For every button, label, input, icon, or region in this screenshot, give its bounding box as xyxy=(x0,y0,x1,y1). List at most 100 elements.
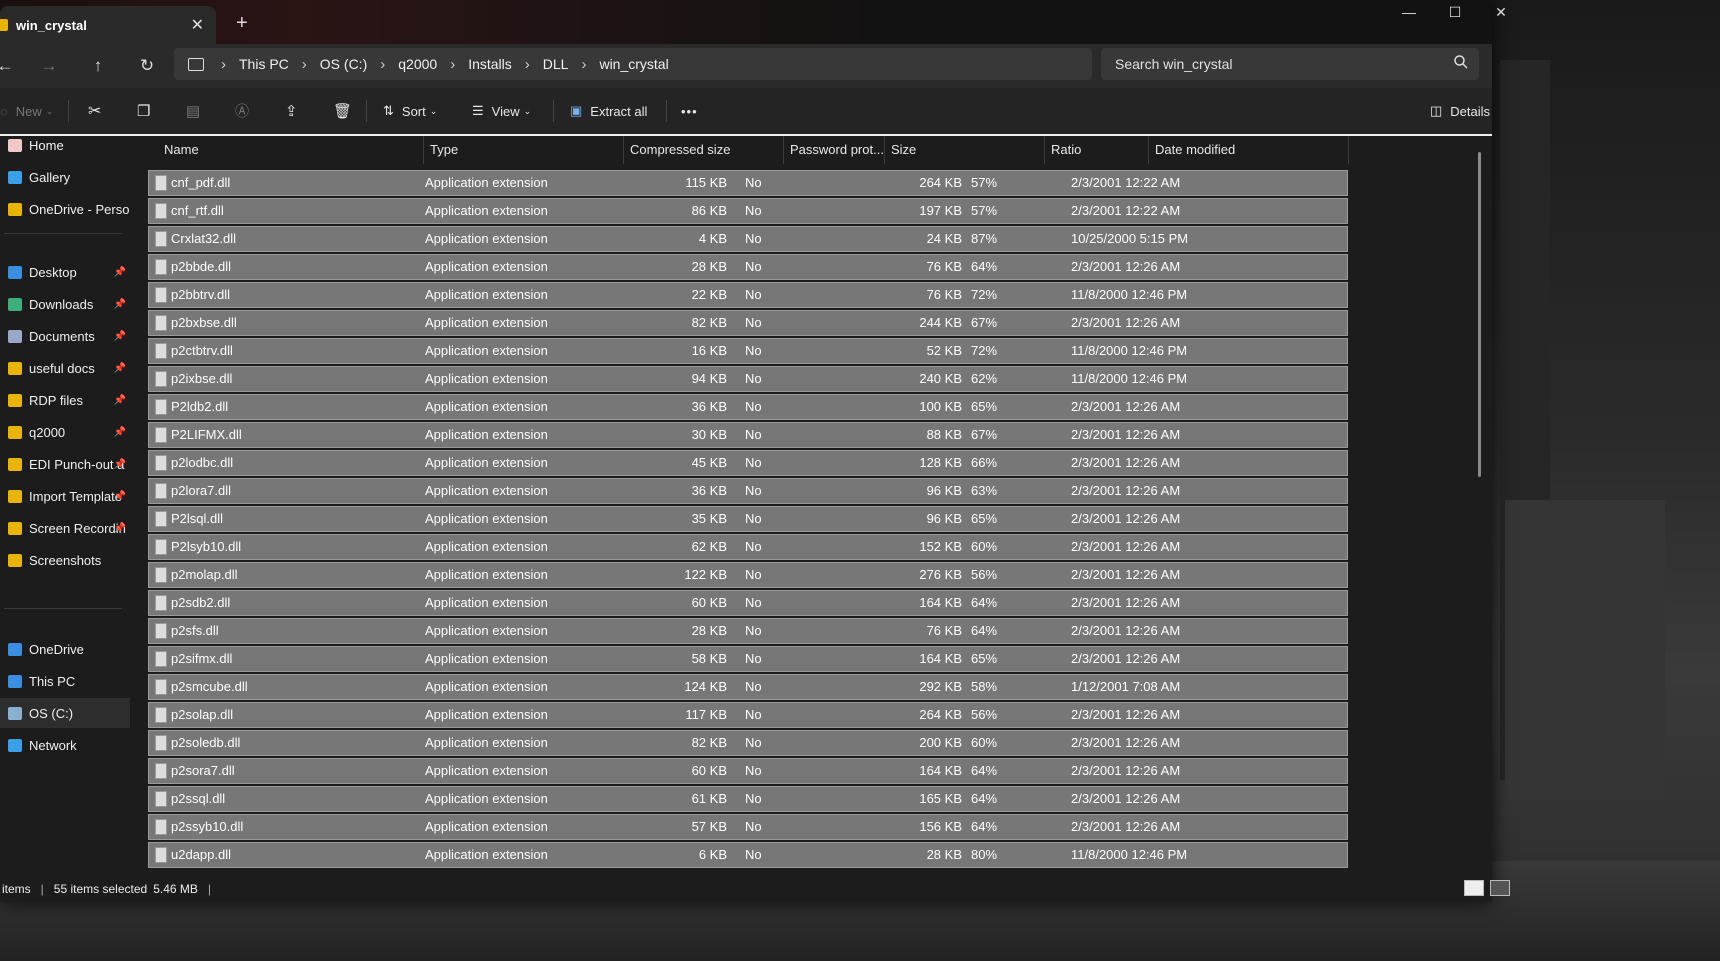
sidebar-item[interactable]: Documents 📌 xyxy=(0,321,130,351)
up-arrow-icon[interactable]: ↑ xyxy=(85,54,111,78)
breadcrumb-item[interactable]: DLL xyxy=(543,56,569,72)
tab-close-icon[interactable]: ✕ xyxy=(191,15,204,35)
vertical-scrollbar[interactable] xyxy=(1478,152,1481,477)
status-divider: | xyxy=(207,882,212,896)
cell-ratio: 64% xyxy=(971,623,998,638)
rename-icon[interactable]: Ⓐ xyxy=(235,100,249,122)
sidebar-item[interactable]: OneDrive - Persona xyxy=(0,194,130,224)
sidebar-item[interactable]: This PC xyxy=(0,666,130,696)
sidebar-item[interactable]: Screen Recordin 📌 xyxy=(0,513,130,543)
file-row[interactable]: p2ixbse.dll Application extension 94 KB No 2… xyxy=(148,366,1348,392)
view-button[interactable]: ☰ View ⌄ xyxy=(472,100,531,122)
breadcrumb-separator-icon[interactable]: › xyxy=(581,56,586,73)
cell-name: p2sfs.dll xyxy=(171,623,219,638)
breadcrumb-item[interactable]: win_crystal xyxy=(599,56,668,72)
file-row[interactable]: p2ssyb10.dll Application extension 57 KB No… xyxy=(148,814,1348,840)
sidebar-item[interactable]: Import Template 📌 xyxy=(0,481,130,511)
file-row[interactable]: cnf_rtf.dll Application extension 86 KB No 1… xyxy=(148,198,1348,224)
file-row[interactable]: p2smcube.dll Application extension 124 KB N… xyxy=(148,674,1348,700)
sidebar-item[interactable]: OneDrive xyxy=(0,634,130,664)
cell-size: 24 KB xyxy=(926,231,962,246)
file-row[interactable]: p2bbtrv.dll Application extension 22 KB No 7… xyxy=(148,282,1348,308)
refresh-icon[interactable]: ↻ xyxy=(134,54,160,78)
sidebar-item[interactable]: q2000 📌 xyxy=(0,417,130,447)
share-icon[interactable]: ⇪ xyxy=(285,100,298,122)
column-header[interactable]: Type xyxy=(424,136,624,164)
file-row[interactable]: p2ctbtrv.dll Application extension 16 KB No… xyxy=(148,338,1348,364)
file-row[interactable]: P2LIFMX.dll Application extension 30 KB No 8… xyxy=(148,422,1348,448)
file-row[interactable]: p2bxbse.dll Application extension 82 KB No 2… xyxy=(148,310,1348,336)
sidebar-item[interactable]: EDI Punch-out a 📌 xyxy=(0,449,130,479)
file-row[interactable]: p2ssql.dll Application extension 61 KB No 16… xyxy=(148,786,1348,812)
file-row[interactable]: p2lora7.dll Application extension 36 KB No 9… xyxy=(148,478,1348,504)
cell-type: Application extension xyxy=(425,791,548,806)
file-row[interactable]: p2solap.dll Application extension 117 KB No… xyxy=(148,702,1348,728)
column-header[interactable]: Compressed size xyxy=(624,136,784,164)
title-bar: win_crystal ✕ + — ☐ ✕ xyxy=(0,0,1507,44)
file-row[interactable]: p2sdb2.dll Application extension 60 KB No 16… xyxy=(148,590,1348,616)
cell-size: 100 KB xyxy=(919,399,962,414)
details-button[interactable]: ◫ Details xyxy=(1430,100,1490,122)
file-row[interactable]: p2sora7.dll Application extension 60 KB No 1… xyxy=(148,758,1348,784)
search-box[interactable]: Search win_crystal xyxy=(1101,48,1479,80)
file-row[interactable]: P2lsyb10.dll Application extension 62 KB No… xyxy=(148,534,1348,560)
file-row[interactable]: p2molap.dll Application extension 122 KB No… xyxy=(148,562,1348,588)
breadcrumb-separator-icon[interactable]: › xyxy=(302,56,307,73)
new-button[interactable]: ◌ New ⌄ xyxy=(0,100,53,122)
column-header[interactable]: Ratio xyxy=(1045,136,1149,164)
sort-button[interactable]: ⇅ Sort ⌄ xyxy=(383,100,437,122)
breadcrumb-item[interactable]: q2000 xyxy=(398,56,437,72)
sidebar-item[interactable]: OS (C:) xyxy=(0,698,130,728)
sidebar-item[interactable]: Desktop 📌 xyxy=(0,257,130,287)
file-row[interactable]: p2sifmx.dll Application extension 58 KB No 1… xyxy=(148,646,1348,672)
maximize-button[interactable]: ☐ xyxy=(1432,4,1478,26)
sidebar-item[interactable]: Gallery xyxy=(0,162,130,192)
column-header[interactable]: Password prot... xyxy=(784,136,885,164)
cell-name: cnf_pdf.dll xyxy=(171,175,231,190)
delete-icon[interactable]: 🗑 xyxy=(333,100,352,122)
folder-icon xyxy=(8,202,22,216)
sidebar-item[interactable]: useful docs 📌 xyxy=(0,353,130,383)
cell-date: 2/3/2001 12:26 AM xyxy=(1071,567,1181,582)
sidebar-item[interactable]: RDP files 📌 xyxy=(0,385,130,415)
column-header[interactable]: Size xyxy=(885,136,1045,164)
back-arrow-icon[interactable]: ← xyxy=(0,54,18,78)
file-row[interactable]: cnf_pdf.dll Application extension 115 KB No… xyxy=(148,170,1348,196)
sidebar-divider xyxy=(4,608,122,609)
close-button[interactable]: ✕ xyxy=(1478,4,1524,26)
breadcrumb-item[interactable]: OS (C:) xyxy=(320,56,367,72)
sidebar-item[interactable]: Network xyxy=(0,730,130,760)
file-row[interactable]: P2ldb2.dll Application extension 36 KB No 10… xyxy=(148,394,1348,420)
file-row[interactable]: P2lsql.dll Application extension 35 KB No 96… xyxy=(148,506,1348,532)
details-view-icon[interactable] xyxy=(1464,880,1484,896)
file-row[interactable]: p2sfs.dll Application extension 28 KB No 76 … xyxy=(148,618,1348,644)
file-row[interactable]: p2soledb.dll Application extension 82 KB No… xyxy=(148,730,1348,756)
breadcrumb-separator-icon[interactable]: › xyxy=(450,56,455,73)
tab-win-crystal[interactable]: win_crystal ✕ xyxy=(0,6,216,44)
file-row[interactable]: u2dapp.dll Application extension 6 KB No 28 … xyxy=(148,842,1348,868)
sidebar-item[interactable]: Downloads 📌 xyxy=(0,289,130,319)
cut-icon[interactable]: ✂ xyxy=(88,100,101,122)
forward-arrow-icon[interactable]: → xyxy=(36,54,62,78)
extract-all-button[interactable]: ▣ Extract all xyxy=(570,100,647,122)
minimize-button[interactable]: — xyxy=(1386,4,1432,26)
paste-icon[interactable]: ▤ xyxy=(186,100,200,122)
cell-ratio: 62% xyxy=(971,371,998,386)
file-row[interactable]: p2bbde.dll Application extension 28 KB No 76… xyxy=(148,254,1348,280)
more-options-button[interactable]: ••• xyxy=(681,100,698,122)
breadcrumb-item[interactable]: Installs xyxy=(468,56,512,72)
breadcrumb-item[interactable]: This PC xyxy=(239,56,289,72)
address-bar[interactable]: › This PC › OS (C:) › q2000 › Installs › DLL › win_… xyxy=(174,48,1092,80)
sidebar-item[interactable]: Home xyxy=(0,130,130,160)
column-header[interactable]: Date modified xyxy=(1149,136,1349,164)
sidebar-item[interactable]: Screenshots xyxy=(0,545,130,575)
breadcrumb-separator-icon[interactable]: › xyxy=(221,56,226,73)
copy-icon[interactable]: ❐ xyxy=(137,100,150,122)
file-row[interactable]: Crxlat32.dll Application extension 4 KB No 2… xyxy=(148,226,1348,252)
tiles-view-icon[interactable] xyxy=(1490,880,1510,896)
column-header[interactable]: Name xyxy=(148,136,424,164)
new-tab-button[interactable]: + xyxy=(236,12,248,35)
breadcrumb-separator-icon[interactable]: › xyxy=(525,56,530,73)
file-row[interactable]: p2lodbc.dll Application extension 45 KB No 1… xyxy=(148,450,1348,476)
breadcrumb-separator-icon[interactable]: › xyxy=(380,56,385,73)
